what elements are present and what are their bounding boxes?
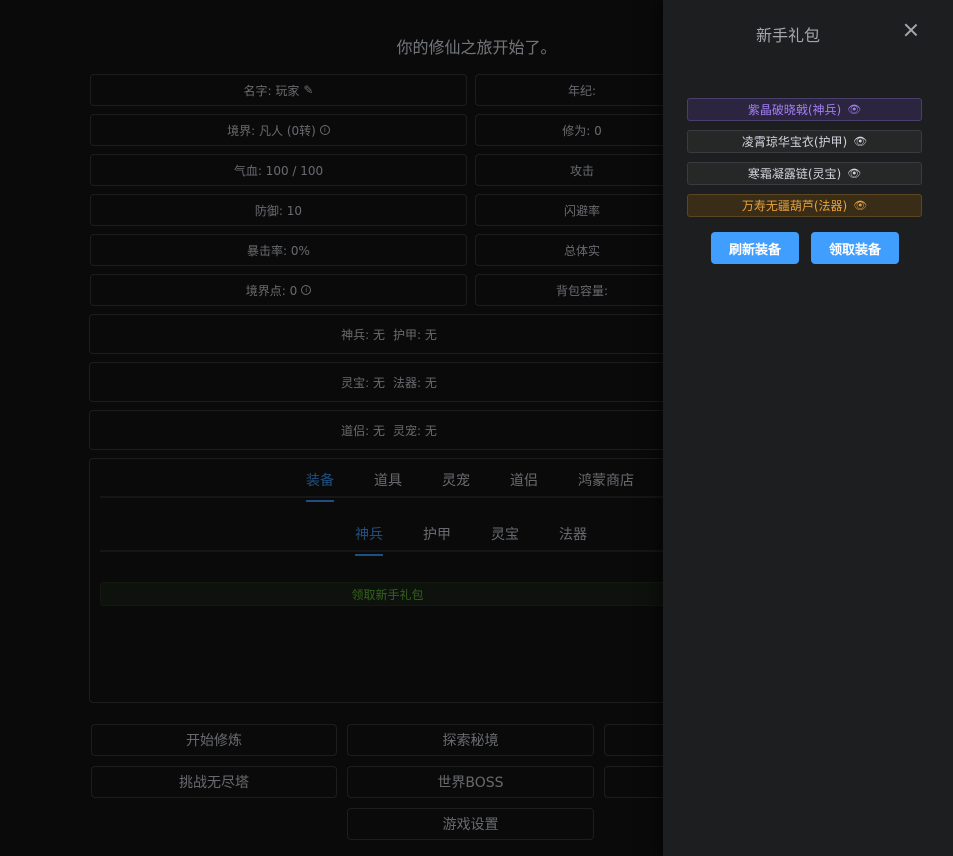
equip-item-weapon-name: 紫晶破晓戟(神兵) — [747, 103, 842, 117]
eye-icon[interactable]: 👁 — [853, 199, 867, 212]
equip-item-armor-name: 凌霄琼华宝衣(护甲) — [741, 135, 848, 149]
equip-item-weapon[interactable]: 紫晶破晓戟(神兵) 👁 — [687, 98, 922, 121]
eye-icon[interactable]: 👁 — [853, 135, 867, 148]
equip-item-treasure-name: 寒霜凝露链(灵宝) — [747, 167, 842, 181]
equip-item-artifact[interactable]: 万寿无疆葫芦(法器) 👁 — [687, 194, 922, 217]
drawer-title: 新手礼包 — [755, 26, 820, 45]
claim-equipment-button[interactable]: 领取装备 — [811, 232, 899, 264]
gift-drawer: 新手礼包 紫晶破晓戟(神兵) 👁 凌霄琼华宝衣(护甲) 👁 寒霜凝露链(灵宝) … — [663, 0, 953, 856]
equip-item-artifact-name: 万寿无疆葫芦(法器) — [741, 199, 848, 213]
refresh-equipment-button[interactable]: 刷新装备 — [711, 232, 799, 264]
equip-item-treasure[interactable]: 寒霜凝露链(灵宝) 👁 — [687, 162, 922, 185]
eye-icon[interactable]: 👁 — [847, 167, 861, 180]
close-icon[interactable] — [903, 22, 919, 38]
equip-item-armor[interactable]: 凌霄琼华宝衣(护甲) 👁 — [687, 130, 922, 153]
eye-icon[interactable]: 👁 — [847, 103, 861, 116]
